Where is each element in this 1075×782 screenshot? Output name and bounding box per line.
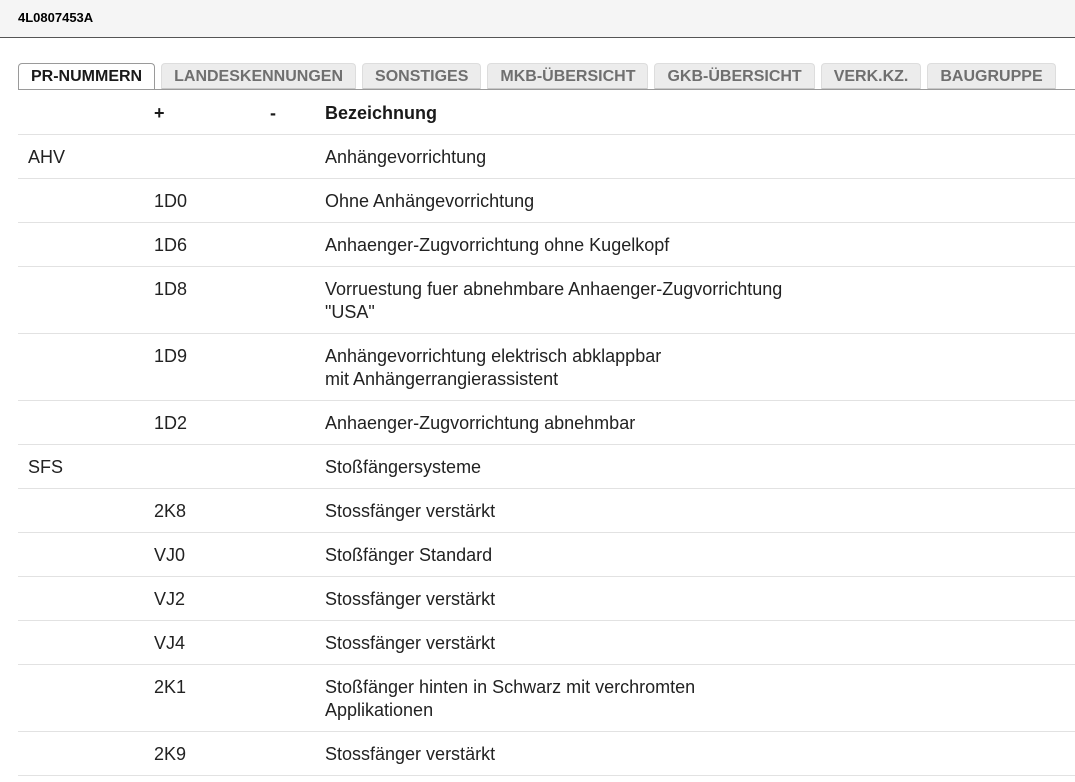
tab-mkb-übersicht[interactable]: MKB-ÜBERSICHT	[487, 63, 649, 90]
table-row: SFS Stoßfängersysteme	[18, 445, 1075, 489]
row-pr-number: 2K1	[154, 677, 187, 697]
table-row: 2K8 Stossfänger verstärkt	[18, 489, 1075, 533]
description-line: Applikationen	[325, 700, 434, 720]
row-pr-number: VJ4	[154, 633, 186, 653]
table-row: 2K9 Stossfänger verstärkt	[18, 732, 1075, 776]
part-number: 4L0807453A	[18, 10, 94, 25]
description-line: Stossfänger verstärkt	[325, 589, 496, 609]
table-row: VJ2 Stossfänger verstärkt	[18, 577, 1075, 621]
description-line: mit Anhängerrangierassistent	[325, 369, 559, 389]
tab-bar: PR-NUMMERN LANDESKENNUNGEN SONSTIGES MKB-ÜB…	[18, 63, 1075, 90]
tab-pr-nummern[interactable]: PR-NUMMERN	[18, 63, 156, 90]
row-description: Stoßfängersysteme	[325, 456, 481, 479]
row-pr-number: VJ2	[154, 589, 186, 609]
row-pr-number: 2K9	[154, 744, 187, 764]
table-header-row: + - Bezeichnung	[18, 91, 1075, 135]
row-description: Stoßfänger hinten in Schwarz mit verchro…	[325, 676, 695, 722]
row-description: Anhängevorrichtung elektrisch abklappbar…	[325, 345, 661, 391]
header-plus: +	[154, 103, 165, 123]
title-bar: 4L0807453A	[0, 0, 1075, 38]
table-row: 1D2 Anhaenger-Zugvorrichtung abnehmbar	[18, 401, 1075, 445]
table-row: 2K1 Stoßfänger hinten in Schwarz mit verc…	[18, 665, 1075, 732]
row-pr-number: 1D8	[154, 279, 188, 299]
description-line: Vorruestung fuer abnehmbare Anhaenger-Zu…	[325, 279, 783, 299]
table-row: 1D0 Ohne Anhängevorrichtung	[18, 179, 1075, 223]
description-line: Anhaenger-Zugvorrichtung ohne Kugelkopf	[325, 235, 670, 255]
header-description: Bezeichnung	[325, 103, 438, 123]
description-line: Stossfänger verstärkt	[325, 633, 496, 653]
tab-gkb-übersicht[interactable]: GKB-ÜBERSICHT	[654, 63, 815, 90]
row-description: Stossfänger verstärkt	[325, 632, 495, 655]
row-description: Anhaenger-Zugvorrichtung ohne Kugelkopf	[325, 234, 669, 257]
description-line: Stoßfängersysteme	[325, 457, 482, 477]
table-row: AHV Anhängevorrichtung	[18, 135, 1075, 179]
tab-verk-kz[interactable]: VERK.KZ.	[820, 63, 922, 90]
table-row: 1D6 Anhaenger-Zugvorrichtung ohne Kugelko…	[18, 223, 1075, 267]
table-row: 1D9 Anhängevorrichtung elektrisch abklapp…	[18, 334, 1075, 401]
row-family-code: AHV	[28, 147, 66, 167]
table-row: VJ0 Stoßfänger Standard	[18, 533, 1075, 577]
row-pr-number: 1D9	[154, 346, 188, 366]
row-description: Stoßfänger Standard	[325, 544, 492, 567]
tab-landeskennungen[interactable]: LANDESKENNUNGEN	[161, 63, 357, 90]
tab-sonstiges[interactable]: SONSTIGES	[362, 63, 482, 90]
row-description: Vorruestung fuer abnehmbare Anhaenger-Zu…	[325, 278, 782, 324]
row-description: Stossfänger verstärkt	[325, 743, 495, 766]
row-description: Anhaenger-Zugvorrichtung abnehmbar	[325, 412, 635, 435]
row-description: Anhängevorrichtung	[325, 146, 486, 169]
table-row: 1D8 Vorruestung fuer abnehmbare Anhaenger…	[18, 267, 1075, 334]
row-family-code: SFS	[28, 457, 64, 477]
row-pr-number: 1D6	[154, 235, 188, 255]
description-line: Ohne Anhängevorrichtung	[325, 191, 535, 211]
description-line: Anhaenger-Zugvorrichtung abnehmbar	[325, 413, 636, 433]
description-line: "USA"	[325, 302, 375, 322]
row-description: Ohne Anhängevorrichtung	[325, 190, 534, 213]
tab-divider	[18, 89, 1075, 90]
description-line: Stossfänger verstärkt	[325, 744, 496, 764]
description-line: Stossfänger verstärkt	[325, 501, 496, 521]
pr-numbers-table: + - Bezeichnung AHV Anhängevorrichtung 1D0…	[18, 91, 1075, 776]
description-line: Stoßfänger Standard	[325, 545, 493, 565]
row-pr-number: 1D2	[154, 413, 188, 433]
description-line: Anhängevorrichtung elektrisch abklappbar	[325, 346, 662, 366]
description-line: Anhängevorrichtung	[325, 147, 487, 167]
header-minus: -	[270, 103, 276, 123]
row-description: Stossfänger verstärkt	[325, 588, 495, 611]
row-description: Stossfänger verstärkt	[325, 500, 495, 523]
row-pr-number: VJ0	[154, 545, 186, 565]
table-row: VJ4 Stossfänger verstärkt	[18, 621, 1075, 665]
row-pr-number: 2K8	[154, 501, 187, 521]
description-line: Stoßfänger hinten in Schwarz mit verchro…	[325, 677, 696, 697]
row-pr-number: 1D0	[154, 191, 188, 211]
tab-baugruppe[interactable]: BAUGRUPPE	[927, 63, 1056, 90]
